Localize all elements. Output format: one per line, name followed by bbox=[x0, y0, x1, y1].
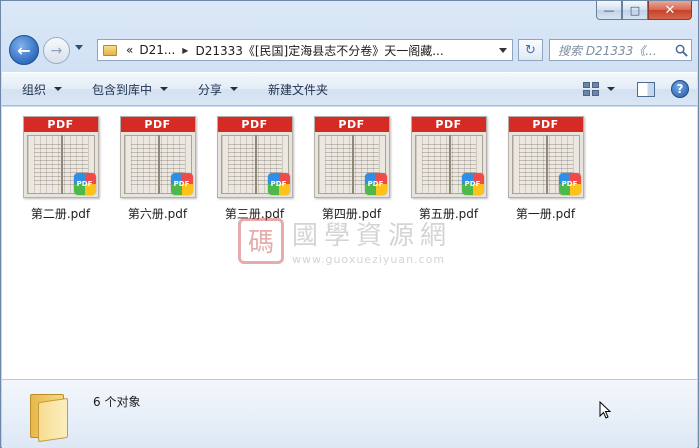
breadcrumb-overflow[interactable]: « bbox=[123, 43, 136, 57]
address-dropdown[interactable] bbox=[494, 40, 512, 60]
search-input[interactable]: 搜索 D21333《... bbox=[549, 39, 692, 61]
file-item[interactable]: PDF PDF 第一册.pdf bbox=[497, 113, 594, 229]
navigation-row: ← → « D21... ▶ D21333《[民国]定海县志不分卷》天一阁藏..… bbox=[9, 34, 692, 66]
command-bar: 组织 包含到库中 分享 新建文件夹 ? bbox=[2, 72, 697, 106]
preview-pane-icon[interactable] bbox=[637, 81, 655, 97]
file-list-area[interactable]: PDF PDF 第二册.pdf PDF PDF 第六册.pdf PDF PDF bbox=[2, 107, 697, 379]
organize-button[interactable]: 组织 bbox=[22, 81, 63, 98]
chevron-down-icon bbox=[499, 47, 507, 53]
pdf-thumbnail: PDF PDF bbox=[119, 116, 196, 198]
pdf-band-label: PDF bbox=[120, 117, 195, 132]
folder-icon bbox=[30, 388, 72, 443]
chevron-down-icon bbox=[230, 87, 239, 91]
share-button[interactable]: 分享 bbox=[198, 81, 239, 98]
pdf-band-label: PDF bbox=[217, 117, 292, 132]
search-placeholder: 搜索 D21333《... bbox=[558, 43, 657, 58]
folder-icon bbox=[103, 44, 117, 56]
file-item[interactable]: PDF PDF 第四册.pdf bbox=[303, 113, 400, 229]
file-name[interactable]: 第一册.pdf bbox=[516, 205, 575, 222]
view-controls: ? bbox=[583, 80, 689, 98]
pdf-band-label: PDF bbox=[411, 117, 486, 132]
pdf-thumbnail: PDF PDF bbox=[313, 116, 390, 198]
back-arrow-icon[interactable]: ← bbox=[9, 35, 39, 65]
magnifier-icon[interactable] bbox=[671, 44, 691, 57]
explorer-window: — □ ✕ ← → « D21... ▶ D21333《[民国]定海县志不分卷》… bbox=[0, 0, 699, 448]
close-button[interactable]: ✕ bbox=[648, 1, 692, 20]
change-view-icon[interactable] bbox=[583, 82, 599, 96]
pdf-app-icon: PDF bbox=[170, 173, 193, 195]
minimize-button[interactable]: — bbox=[596, 1, 622, 20]
share-label: 分享 bbox=[198, 82, 223, 97]
file-item[interactable]: PDF PDF 第二册.pdf bbox=[12, 113, 109, 229]
chevron-down-icon bbox=[54, 87, 63, 91]
breadcrumb-separator-icon[interactable]: ▶ bbox=[178, 46, 192, 55]
pdf-app-icon: PDF bbox=[364, 173, 387, 195]
help-icon[interactable]: ? bbox=[671, 80, 689, 98]
address-bar[interactable]: « D21... ▶ D21333《[民国]定海县志不分卷》天一阁藏... bbox=[97, 39, 513, 61]
pdf-thumbnail: PDF PDF bbox=[216, 116, 293, 198]
view-options-dropdown[interactable] bbox=[607, 87, 615, 91]
file-item[interactable]: PDF PDF 第六册.pdf bbox=[109, 113, 206, 229]
include-in-library-button[interactable]: 包含到库中 bbox=[92, 81, 169, 98]
new-folder-label: 新建文件夹 bbox=[268, 82, 329, 97]
watermark-url: www.guoxueziyuan.com bbox=[292, 253, 446, 266]
chevron-down-icon bbox=[160, 87, 169, 91]
pdf-thumbnail: PDF PDF bbox=[22, 116, 99, 198]
file-name[interactable]: 第六册.pdf bbox=[128, 205, 187, 222]
organize-label: 组织 bbox=[22, 82, 47, 97]
forward-arrow-icon[interactable]: → bbox=[43, 37, 70, 64]
file-grid: PDF PDF 第二册.pdf PDF PDF 第六册.pdf PDF PDF bbox=[12, 113, 594, 229]
object-count: 6 个对象 bbox=[93, 395, 141, 409]
file-item[interactable]: PDF PDF 第五册.pdf bbox=[400, 113, 497, 229]
pdf-band-label: PDF bbox=[508, 117, 583, 132]
watermark-text: 國學資源網 www.guoxueziyuan.com bbox=[292, 215, 452, 266]
include-library-label: 包含到库中 bbox=[92, 82, 153, 97]
breadcrumb-item-current[interactable]: D21333《[民国]定海县志不分卷》天一阁藏... bbox=[192, 42, 446, 59]
pdf-app-icon: PDF bbox=[461, 173, 484, 195]
watermark: 碼 國學資源網 www.guoxueziyuan.com bbox=[238, 215, 452, 266]
pdf-band-label: PDF bbox=[23, 117, 98, 132]
new-folder-button[interactable]: 新建文件夹 bbox=[268, 81, 328, 98]
pdf-app-icon: PDF bbox=[558, 173, 581, 195]
watermark-chinese: 國學資源網 bbox=[292, 221, 453, 251]
pdf-app-icon: PDF bbox=[267, 173, 290, 195]
watermark-seal-icon: 碼 bbox=[238, 217, 284, 264]
recent-pages-dropdown[interactable] bbox=[75, 45, 83, 50]
pdf-thumbnail: PDF PDF bbox=[507, 116, 584, 198]
details-pane: 6 个对象 bbox=[2, 379, 697, 448]
maximize-button[interactable]: □ bbox=[622, 1, 648, 20]
file-name[interactable]: 第二册.pdf bbox=[31, 205, 90, 222]
refresh-button[interactable]: ↻ bbox=[518, 39, 543, 61]
caption-buttons: — □ ✕ bbox=[596, 1, 692, 20]
breadcrumb-item-parent[interactable]: D21... bbox=[136, 43, 178, 57]
pdf-app-icon: PDF bbox=[73, 173, 96, 195]
pdf-band-label: PDF bbox=[314, 117, 389, 132]
file-item[interactable]: PDF PDF 第三册.pdf bbox=[206, 113, 303, 229]
pdf-thumbnail: PDF PDF bbox=[410, 116, 487, 198]
